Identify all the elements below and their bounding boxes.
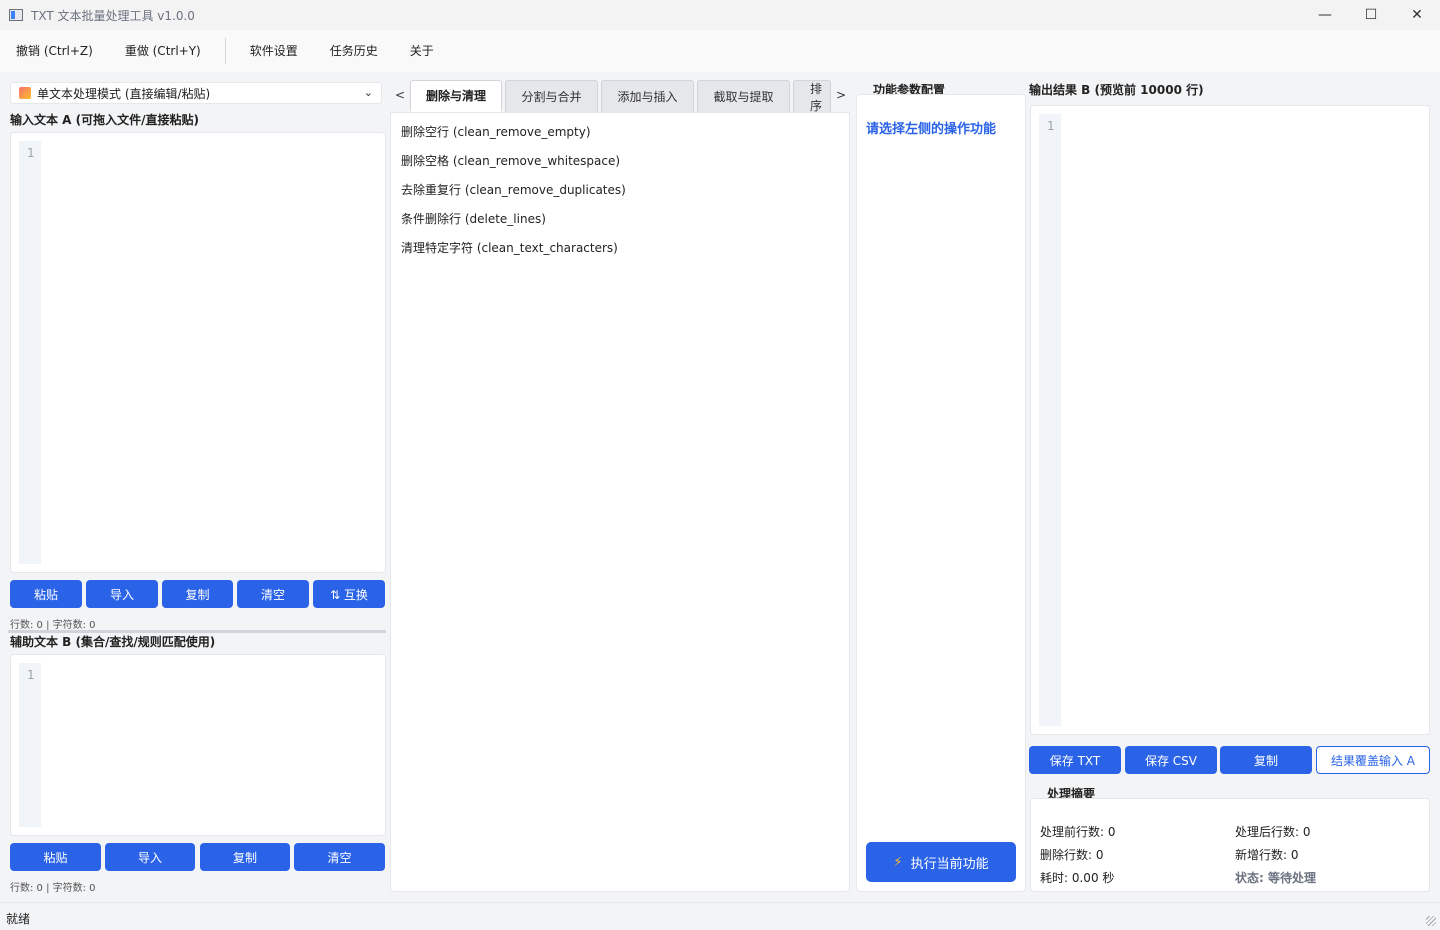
- stats-b: 行数: 0 | 字符数: 0: [10, 883, 96, 894]
- paste-a-button[interactable]: 粘贴: [10, 580, 82, 608]
- summary-elapsed: 耗时: 0.00 秒: [1040, 871, 1115, 885]
- function-list: 删除空行 (clean_remove_empty) 删除空格 (clean_re…: [390, 112, 850, 892]
- copy-a-button[interactable]: 复制: [162, 580, 233, 608]
- chevron-down-icon: ⌄: [363, 86, 373, 99]
- line-number: 1: [1047, 119, 1055, 133]
- line-number: 1: [27, 146, 35, 160]
- clear-b-button[interactable]: 清空: [294, 843, 385, 871]
- vertical-splitter[interactable]: [8, 630, 386, 633]
- param-panel: 功能参数配置 请选择左侧的操作功能 ⚡ 执行当前功能: [856, 80, 1026, 892]
- tab-scroll-right-icon[interactable]: >: [836, 88, 846, 102]
- input-b-label: 辅助文本 B (集合/查找/规则匹配使用): [10, 635, 216, 649]
- status-bar: 就绪: [0, 902, 1440, 930]
- copy-b-button[interactable]: 复制: [200, 843, 290, 871]
- function-item[interactable]: 删除空行 (clean_remove_empty): [401, 123, 591, 140]
- tab-bar: < 删除与清理 分割与合并 添加与插入 截取与提取 排序 >: [390, 80, 850, 114]
- execute-button-label: 执行当前功能: [910, 856, 989, 872]
- menu-settings[interactable]: 软件设置: [234, 30, 314, 72]
- summary-box: 处理前行数: 0 处理后行数: 0 删除行数: 0 新增行数: 0 耗时: 0.…: [1030, 798, 1430, 892]
- tab-delete-clean[interactable]: 删除与清理: [410, 80, 502, 112]
- menu-bar: 撤销 (Ctrl+Z) 重做 (Ctrl+Y) 软件设置 任务历史 关于: [0, 30, 1440, 72]
- mode-icon: [19, 87, 31, 99]
- function-item[interactable]: 条件删除行 (delete_lines): [401, 210, 546, 227]
- import-b-button[interactable]: 导入: [105, 843, 195, 871]
- output-panel: 输出结果 B (预览前 10000 行) 1 保存 TXT 保存 CSV 复制 …: [1028, 80, 1432, 892]
- param-box: 请选择左侧的操作功能 ⚡ 执行当前功能: [856, 94, 1026, 892]
- line-gutter: [19, 141, 41, 564]
- line-gutter: [1039, 114, 1061, 726]
- function-item[interactable]: 清理特定字符 (clean_text_characters): [401, 239, 618, 256]
- import-a-button[interactable]: 导入: [86, 580, 158, 608]
- summary-added-lines: 新增行数: 0: [1235, 848, 1299, 862]
- close-button[interactable]: ✕: [1394, 0, 1440, 30]
- menu-history[interactable]: 任务历史: [314, 30, 394, 72]
- line-number: 1: [27, 668, 35, 682]
- tab-scroll-left-icon[interactable]: <: [395, 88, 405, 102]
- tab-extract[interactable]: 截取与提取: [697, 80, 790, 112]
- overwrite-input-button[interactable]: 结果覆盖输入 A: [1316, 746, 1430, 774]
- tab-add-insert[interactable]: 添加与插入: [601, 80, 694, 112]
- tab-sort[interactable]: 排序: [793, 80, 831, 112]
- minimize-button[interactable]: —: [1302, 0, 1348, 30]
- output-editor[interactable]: 1: [1030, 105, 1430, 735]
- line-gutter: [19, 663, 41, 827]
- function-item[interactable]: 删除空格 (clean_remove_whitespace): [401, 152, 620, 169]
- menu-about[interactable]: 关于: [394, 30, 450, 72]
- param-hint: 请选择左侧的操作功能: [866, 122, 997, 137]
- summary-status: 状态: 等待处理: [1235, 871, 1316, 885]
- input-b-editor[interactable]: 1: [10, 654, 386, 836]
- copy-output-button[interactable]: 复制: [1220, 746, 1312, 774]
- maximize-button[interactable]: ☐: [1348, 0, 1394, 30]
- swap-button[interactable]: ⇅ 互换: [313, 580, 385, 608]
- status-text: 就绪: [6, 912, 31, 926]
- function-panel: < 删除与清理 分割与合并 添加与插入 截取与提取 排序 > 删除空行 (cle…: [390, 80, 850, 892]
- menu-separator: [224, 38, 226, 64]
- mode-select-value: 单文本处理模式 (直接编辑/粘贴): [37, 86, 211, 101]
- paste-b-button[interactable]: 粘贴: [10, 843, 101, 871]
- save-csv-button[interactable]: 保存 CSV: [1125, 746, 1217, 774]
- lightning-icon: ⚡: [893, 854, 903, 870]
- menu-undo[interactable]: 撤销 (Ctrl+Z): [0, 30, 109, 72]
- summary-deleted-lines: 删除行数: 0: [1040, 848, 1104, 862]
- resize-grip-icon[interactable]: [1426, 916, 1436, 926]
- window-title: TXT 文本批量处理工具 v1.0.0: [31, 8, 195, 23]
- app-icon: [9, 9, 23, 21]
- input-a-editor[interactable]: 1: [10, 132, 386, 573]
- execute-button[interactable]: ⚡ 执行当前功能: [866, 842, 1016, 882]
- input-a-label: 输入文本 A (可拖入文件/直接粘贴): [10, 113, 199, 127]
- function-item[interactable]: 去除重复行 (clean_remove_duplicates): [401, 181, 626, 198]
- clear-a-button[interactable]: 清空: [237, 580, 309, 608]
- stats-a: 行数: 0 | 字符数: 0: [10, 620, 96, 631]
- title-bar: TXT 文本批量处理工具 v1.0.0: [0, 0, 1440, 30]
- tab-split-merge[interactable]: 分割与合并: [505, 80, 598, 112]
- summary-after-lines: 处理后行数: 0: [1235, 825, 1311, 839]
- left-panel: 单文本处理模式 (直接编辑/粘贴) ⌄ 输入文本 A (可拖入文件/直接粘贴) …: [8, 80, 386, 894]
- save-txt-button[interactable]: 保存 TXT: [1029, 746, 1121, 774]
- summary-before-lines: 处理前行数: 0: [1040, 825, 1116, 839]
- menu-redo[interactable]: 重做 (Ctrl+Y): [109, 30, 217, 72]
- mode-select[interactable]: 单文本处理模式 (直接编辑/粘贴) ⌄: [10, 82, 382, 104]
- output-label: 输出结果 B (预览前 10000 行): [1029, 83, 1204, 97]
